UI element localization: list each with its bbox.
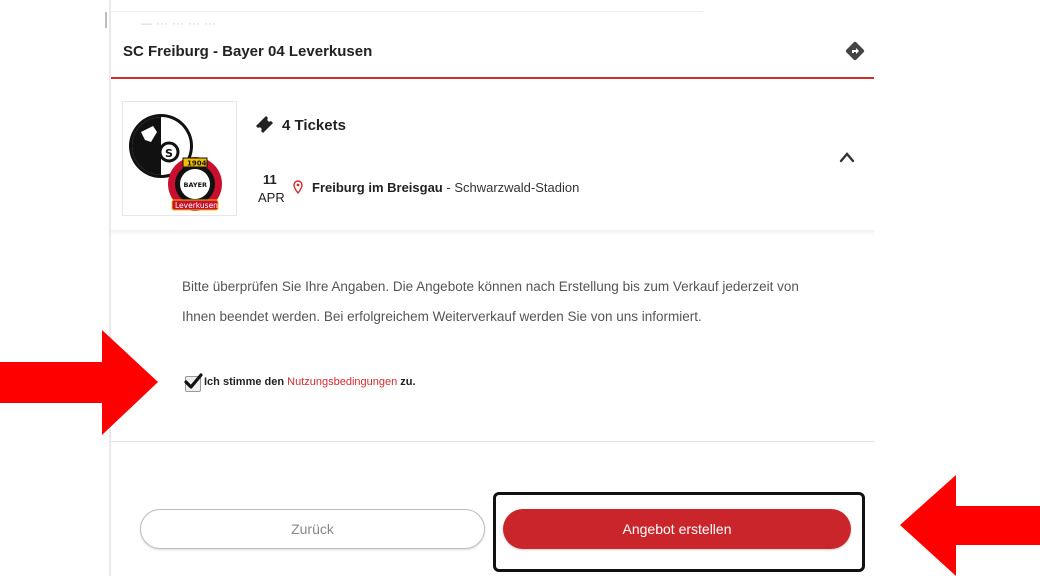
title-underline <box>111 77 874 79</box>
event-title: SC Freiburg - Bayer 04 Leverkusen <box>123 43 373 60</box>
team-logos: S 1904 BAYER Leverkusen <box>122 101 237 216</box>
annotation-arrow-left-icon <box>900 475 1040 576</box>
venue-separator: - <box>442 180 455 195</box>
cropped-header-text: — ··· ··· ··· ··· <box>141 18 217 30</box>
annotation-arrow-right-icon <box>0 330 158 435</box>
ticket-count-row: 4 Tickets <box>254 116 346 134</box>
logo-ribbon: Leverkusen <box>175 201 218 210</box>
top-divider-stub <box>105 12 107 28</box>
logo-year: 1904 <box>187 160 207 168</box>
venue-stadium: Schwarzwald-Stadion <box>454 180 580 195</box>
event-date-day: 11 <box>263 172 277 187</box>
terms-prefix: Ich stimme den <box>204 376 288 388</box>
content-left-border <box>109 0 111 576</box>
terms-suffix: zu. <box>397 376 416 388</box>
event-date-month: APR <box>258 190 285 205</box>
ticket-count: 4 Tickets <box>282 116 346 134</box>
back-button[interactable]: Zurück <box>140 509 485 549</box>
svg-text:S: S <box>165 147 173 160</box>
card-bottom-shadow <box>111 230 874 236</box>
ticket-icon <box>256 116 273 133</box>
club-logos-image: S 1904 BAYER Leverkusen <box>129 114 222 211</box>
logo-bayer: BAYER <box>184 181 208 189</box>
top-divider <box>111 11 703 12</box>
chevron-up-icon[interactable] <box>838 150 856 164</box>
event-venue: Freiburg im Breisgau - Schwarzwald-Stadi… <box>312 180 579 195</box>
review-notice: Bitte überprüfen Sie Ihre Angaben. Die A… <box>182 279 799 324</box>
venue-city: Freiburg im Breisgau <box>312 180 443 195</box>
terms-label: Ich stimme den Nutzungsbedingungen zu. <box>204 376 416 388</box>
create-offer-button[interactable]: Angebot erstellen <box>503 509 851 549</box>
terms-link[interactable]: Nutzungsbedingungen <box>287 376 397 388</box>
section-divider <box>111 441 874 442</box>
directions-icon[interactable] <box>844 40 866 62</box>
map-pin-icon <box>293 180 303 194</box>
check-icon <box>184 373 203 389</box>
